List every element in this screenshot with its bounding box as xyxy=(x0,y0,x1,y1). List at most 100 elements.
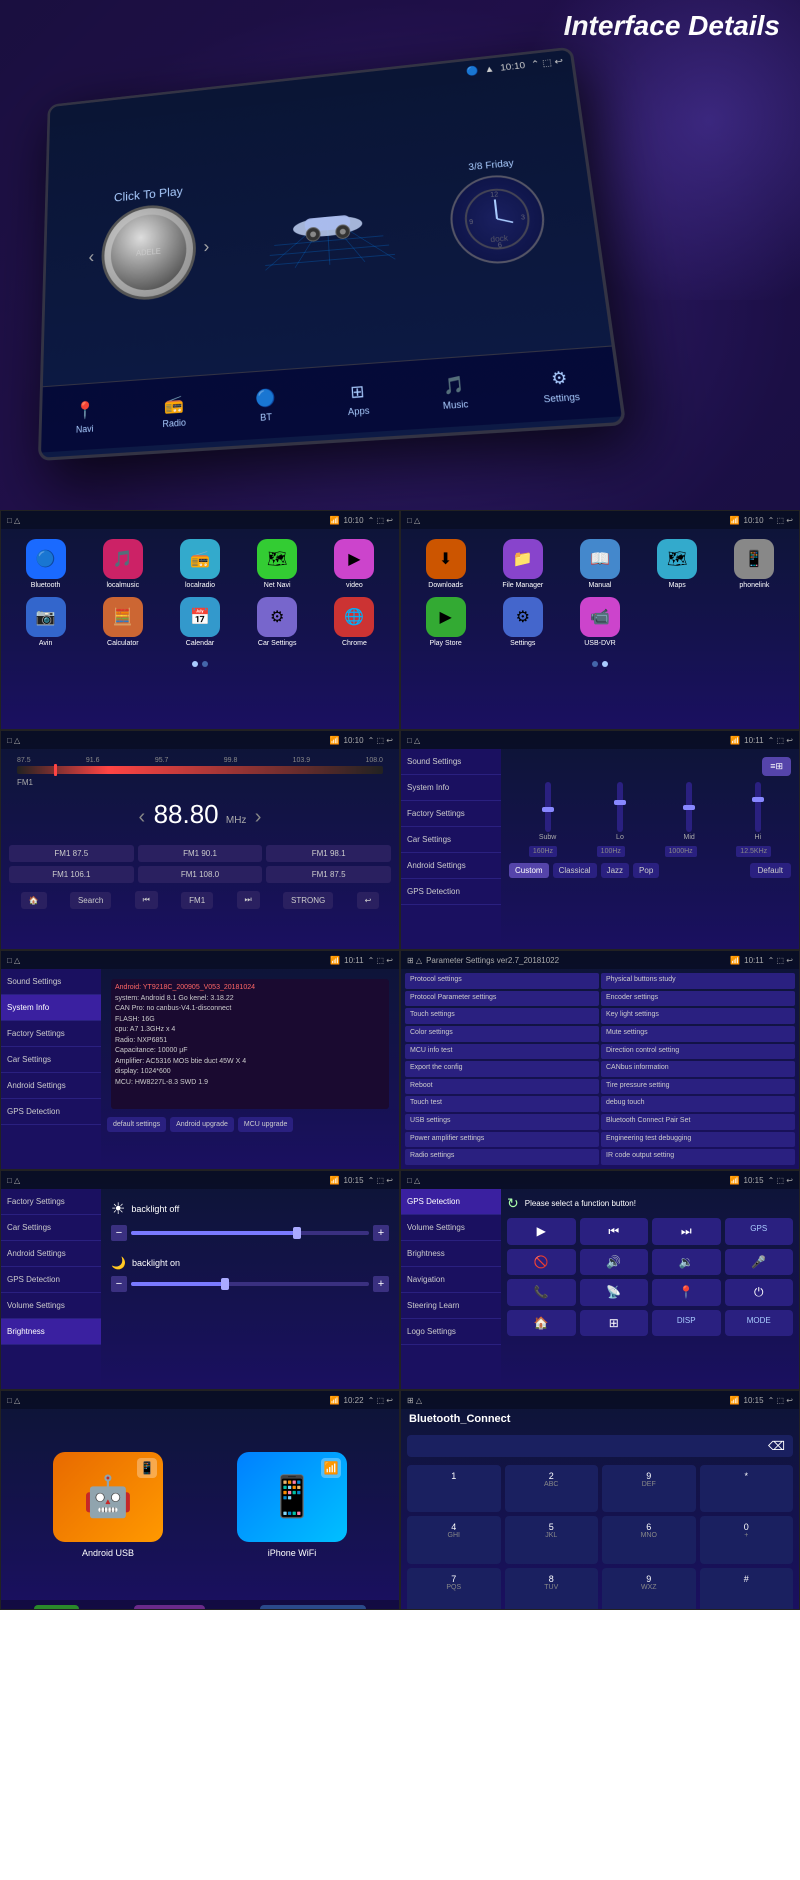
gps-btn-phone[interactable]: 📞 xyxy=(507,1279,576,1306)
radio-strong-btn[interactable]: STRONG xyxy=(283,892,333,909)
app-maps[interactable]: 🗺 Maps xyxy=(643,539,712,589)
gps-btn-mode[interactable]: MODE xyxy=(725,1310,794,1336)
factory-protocol-param[interactable]: Protocol Parameter settings xyxy=(405,991,599,1007)
bright-menu-factory[interactable]: Factory Settings xyxy=(1,1189,101,1215)
factory-touch-test[interactable]: Touch test xyxy=(405,1096,599,1112)
app-localmusic[interactable]: 🎵 localmusic xyxy=(88,539,157,589)
app-avin[interactable]: 📷 Avin xyxy=(11,597,80,647)
iphone-wifi-item[interactable]: 📱 📶 iPhone WiFi xyxy=(237,1452,347,1558)
qrcode-btn[interactable]: Mobile phone QR code xyxy=(260,1605,366,1610)
factory-amp[interactable]: Power amplifier settings xyxy=(405,1132,599,1148)
app-calculator[interactable]: 🧮 Calculator xyxy=(88,597,157,647)
app-calendar[interactable]: 📅 Calendar xyxy=(165,597,234,647)
app-carsettings[interactable]: ⚙ Car Settings xyxy=(243,597,312,647)
factory-direction[interactable]: Direction control setting xyxy=(601,1044,795,1060)
bt-key-9def[interactable]: 9DEF xyxy=(602,1465,696,1512)
bt-key-6[interactable]: 6MNO xyxy=(602,1516,696,1563)
sysinfo-menu-gps[interactable]: GPS Detection xyxy=(1,1099,101,1125)
gps-btn-mic[interactable]: 🎤 xyxy=(725,1249,794,1275)
bt-key-1[interactable]: 1 xyxy=(407,1465,501,1512)
gps-btn-prev[interactable]: ⏮ xyxy=(580,1218,649,1245)
app-video[interactable]: ▶ video xyxy=(320,539,389,589)
nav-navi[interactable]: 📍 Navi xyxy=(75,399,95,434)
file-receiver-btn[interactable]: File Receiver xyxy=(134,1605,205,1610)
preset-jazz[interactable]: Jazz xyxy=(601,863,629,878)
backlight-on-slider[interactable] xyxy=(131,1282,369,1286)
bright-menu-android[interactable]: Android Settings xyxy=(1,1241,101,1267)
gps-menu-gps[interactable]: GPS Detection xyxy=(401,1189,501,1215)
gps-btn-vol-down[interactable]: 🔉 xyxy=(652,1249,721,1275)
factory-bt-pair[interactable]: Bluetooth Connect Pair Set xyxy=(601,1114,795,1130)
preset-default[interactable]: Default xyxy=(750,863,791,878)
app-playstore[interactable]: ▶ Play Store xyxy=(411,597,480,647)
radio-search-btn[interactable]: Search xyxy=(70,892,111,909)
prev-arrow[interactable]: ‹ xyxy=(139,806,146,828)
nav-bt[interactable]: 🔵 BT xyxy=(255,387,277,423)
factory-ir[interactable]: IR code output setting xyxy=(601,1149,795,1165)
bright-menu-volume[interactable]: Volume Settings xyxy=(1,1293,101,1319)
sysinfo-menu-system[interactable]: System Info xyxy=(1,995,101,1021)
factory-canbus[interactable]: CANbus information xyxy=(601,1061,795,1077)
next-icon[interactable]: › xyxy=(203,237,209,257)
menu-car-settings[interactable]: Car Settings xyxy=(401,827,501,853)
bt-backspace-icon[interactable]: ⌫ xyxy=(768,1439,785,1453)
bt-key-4[interactable]: 4GHI xyxy=(407,1516,501,1563)
gps-menu-navigation[interactable]: Navigation xyxy=(401,1267,501,1293)
gps-menu-volume[interactable]: Volume Settings xyxy=(401,1215,501,1241)
preset-4[interactable]: FM1 106.1 xyxy=(9,866,134,883)
nav-settings[interactable]: ⚙ Settings xyxy=(540,366,580,404)
gps-btn-gps[interactable]: GPS xyxy=(725,1218,794,1245)
radio-fm1-btn[interactable]: FM1 xyxy=(181,892,213,909)
gps-btn-power[interactable]: ⏻ xyxy=(725,1279,794,1306)
app-manual[interactable]: 📖 Manual xyxy=(565,539,634,589)
factory-reboot[interactable]: Reboot xyxy=(405,1079,599,1095)
nav-apps[interactable]: ⊞ Apps xyxy=(346,380,370,416)
app-usbdvr[interactable]: 📹 USB-DVR xyxy=(565,597,634,647)
menu-gps-detection[interactable]: GPS Detection xyxy=(401,879,501,905)
bright-menu-car[interactable]: Car Settings xyxy=(1,1215,101,1241)
app-bluetooth[interactable]: 🔵 Bluetooth xyxy=(11,539,80,589)
gps-btn-disp[interactable]: DISP xyxy=(652,1310,721,1336)
gps-btn-next[interactable]: ⏭ xyxy=(652,1218,721,1245)
gps-menu-brightness[interactable]: Brightness xyxy=(401,1241,501,1267)
next-arrow[interactable]: › xyxy=(255,806,262,828)
gps-btn-vol-up[interactable]: 🔊 xyxy=(580,1249,649,1275)
radio-back-btn[interactable]: ↩ xyxy=(357,892,380,909)
factory-mcu-test[interactable]: MCU info test xyxy=(405,1044,599,1060)
btn-default-settings[interactable]: default settings xyxy=(107,1117,166,1132)
gps-menu-logo[interactable]: Logo Settings xyxy=(401,1319,501,1345)
app-phonelink[interactable]: 📱 phonelink xyxy=(720,539,789,589)
backlight-off-minus[interactable]: − xyxy=(111,1225,127,1241)
bt-key-2[interactable]: 2ABC xyxy=(505,1465,599,1512)
backlight-on-minus[interactable]: − xyxy=(111,1276,127,1292)
eq-lo-track[interactable] xyxy=(617,782,623,832)
gps-btn-apps[interactable]: ⊞ xyxy=(580,1310,649,1336)
bt-key-9wxz[interactable]: 9WXZ xyxy=(602,1568,696,1610)
btn-mcu-upgrade[interactable]: MCU upgrade xyxy=(238,1117,294,1132)
factory-physical-btn[interactable]: Physical buttons study xyxy=(601,973,795,989)
prev-icon[interactable]: ‹ xyxy=(88,247,94,267)
app-chrome[interactable]: 🌐 Chrome xyxy=(320,597,389,647)
bright-menu-brightness[interactable]: Brightness xyxy=(1,1319,101,1345)
radio-prev-btn[interactable]: ⏮ xyxy=(135,891,158,909)
gps-menu-steering[interactable]: Steering Learn xyxy=(401,1293,501,1319)
preset-classical[interactable]: Classical xyxy=(553,863,597,878)
factory-radio[interactable]: Radio settings xyxy=(405,1149,599,1165)
sysinfo-menu-factory[interactable]: Factory Settings xyxy=(1,1021,101,1047)
factory-keylight[interactable]: Key light settings xyxy=(601,1008,795,1024)
gps-btn-mute[interactable]: 🚫 xyxy=(507,1249,576,1275)
factory-protocol[interactable]: Protocol settings xyxy=(405,973,599,989)
eq-subw-track[interactable] xyxy=(545,782,551,832)
btn-android-upgrade[interactable]: Android upgrade xyxy=(170,1117,234,1132)
bt-key-0[interactable]: 0+ xyxy=(700,1516,794,1563)
bt-key-8[interactable]: 8TUV xyxy=(505,1568,599,1610)
factory-mute[interactable]: Mute settings xyxy=(601,1026,795,1042)
nav-music[interactable]: 🎵 Music xyxy=(440,374,469,411)
sysinfo-menu-car[interactable]: Car Settings xyxy=(1,1047,101,1073)
app-netnavi[interactable]: 🗺 Net Navi xyxy=(243,539,312,589)
preset-custom[interactable]: Custom xyxy=(509,863,549,878)
preset-5[interactable]: FM1 108.0 xyxy=(138,866,263,883)
factory-touch[interactable]: Touch settings xyxy=(405,1008,599,1024)
factory-usb[interactable]: USB settings xyxy=(405,1114,599,1130)
app-settings2[interactable]: ⚙ Settings xyxy=(488,597,557,647)
